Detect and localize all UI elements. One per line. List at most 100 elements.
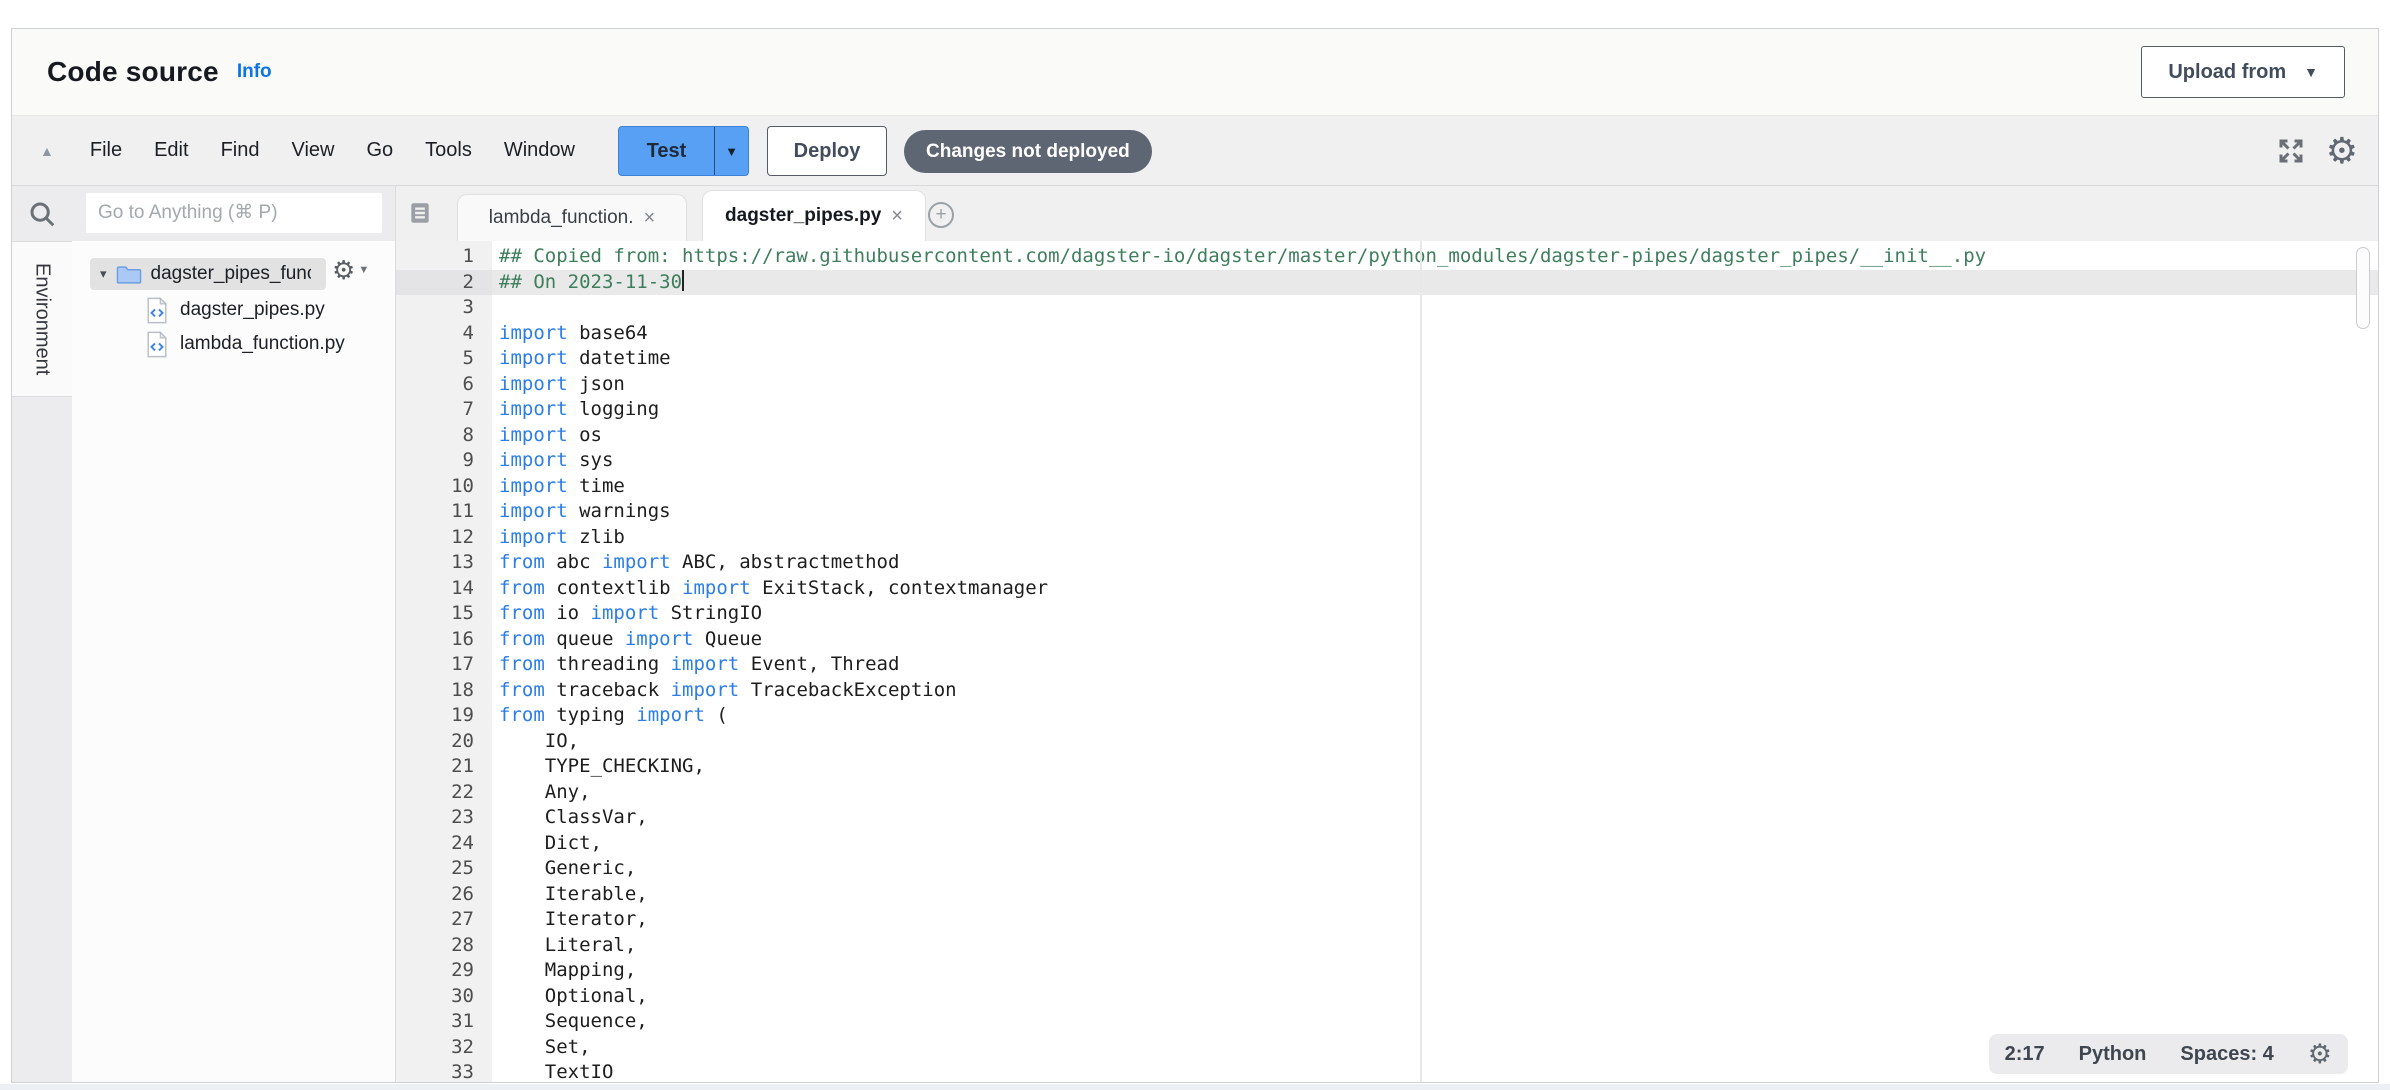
line-text: Any, [492,780,2378,806]
line-text: IO, [492,729,2378,755]
tree-file-row[interactable]: lambda_function.py [146,327,395,361]
line-text: import sys [492,448,2378,474]
code-line[interactable]: 18from traceback import TracebackExcepti… [396,678,2378,704]
code-file-icon [146,297,168,324]
code-line[interactable]: 11import warnings [396,499,2378,525]
line-number: 30 [396,984,492,1010]
tree-settings-gear[interactable]: ⚙ ▼ [332,257,369,283]
code-line[interactable]: 9import sys [396,448,2378,474]
code-line[interactable]: 22 Any, [396,780,2378,806]
code-line[interactable]: 8import os [396,423,2378,449]
line-number: 13 [396,550,492,576]
code-line[interactable]: 25 Generic, [396,856,2378,882]
close-icon[interactable]: × [891,205,903,228]
new-tab-icon[interactable]: + [928,202,954,228]
go-to-anything-input[interactable] [86,193,382,233]
code-line[interactable]: 13from abc import ABC, abstractmethod [396,550,2378,576]
environment-panel-tab[interactable]: Environment [12,241,72,397]
language-mode[interactable]: Python [2079,1043,2147,1066]
tree-folder-row[interactable]: ▾ dagster_pipes_funct [90,258,326,290]
card-header: Code source Info Upload from ▼ [12,29,2378,116]
code-line[interactable]: 19from typing import ( [396,703,2378,729]
editor-settings-gear-icon[interactable]: ⚙ [2326,133,2358,169]
line-text: ## Copied from: https://raw.githubuserco… [492,244,2378,270]
statusbar-gear-icon[interactable]: ⚙ [2308,1041,2332,1068]
line-text: import base64 [492,321,2378,347]
code-line[interactable]: 29 Mapping, [396,958,2378,984]
sidebar-rail: Environment [12,186,72,1082]
code-line[interactable]: 1## Copied from: https://raw.githubuserc… [396,244,2378,270]
menu-item-find[interactable]: Find [205,139,276,162]
editor-pane: lambda_function.× dagster_pipes.py× + 1##… [395,186,2378,1082]
menu-item-view[interactable]: View [275,139,350,162]
collapse-panel-icon[interactable]: ▲ [40,143,54,159]
page-bottom-strip [0,1084,2390,1090]
code-line[interactable]: 6import json [396,372,2378,398]
code-line[interactable]: 15from io import StringIO [396,601,2378,627]
code-line[interactable]: 14from contextlib import ExitStack, cont… [396,576,2378,602]
editor-tab-lambda_function[interactable]: lambda_function.× [457,194,687,241]
fullscreen-icon[interactable] [2276,136,2306,166]
info-link[interactable]: Info [237,61,272,83]
line-number: 31 [396,1009,492,1035]
menu-item-file[interactable]: File [74,139,138,162]
line-number: 15 [396,601,492,627]
test-button-label: Test [619,127,714,175]
code-line[interactable]: 20 IO, [396,729,2378,755]
code-line[interactable]: 3 [396,295,2378,321]
code-line[interactable]: 12import zlib [396,525,2378,551]
code-line[interactable]: 23 ClassVar, [396,805,2378,831]
line-number: 5 [396,346,492,372]
test-dropdown-caret-icon[interactable]: ▼ [714,127,748,175]
vertical-scrollbar[interactable] [2356,247,2370,329]
code-line[interactable]: 10import time [396,474,2378,500]
code-source-card: Code source Info Upload from ▼ ▲ FileEdi… [11,28,2379,1083]
line-number: 11 [396,499,492,525]
file-name: lambda_function.py [180,333,345,355]
test-split-button[interactable]: Test ▼ [618,126,749,176]
line-number: 27 [396,907,492,933]
folder-name: dagster_pipes_funct [151,263,311,285]
upload-from-button[interactable]: Upload from ▼ [2141,46,2345,98]
editor-status-bar: 2:17 Python Spaces: 4 ⚙ [1989,1034,2348,1074]
line-text: import zlib [492,525,2378,551]
code-line[interactable]: 17from threading import Event, Thread [396,652,2378,678]
line-number: 4 [396,321,492,347]
line-number: 14 [396,576,492,602]
tree-file-row[interactable]: dagster_pipes.py [146,293,395,327]
line-text: from traceback import TracebackException [492,678,2378,704]
tab-bar: lambda_function.× dagster_pipes.py× + [396,186,2378,241]
code-line[interactable]: 2## On 2023-11-30 [396,270,2378,296]
code-line[interactable]: 4import base64 [396,321,2378,347]
indent-setting[interactable]: Spaces: 4 [2180,1043,2273,1066]
code-line[interactable]: 5import datetime [396,346,2378,372]
tab-list-icon[interactable] [407,200,433,226]
disclosure-triangle-icon[interactable]: ▾ [100,266,107,282]
menu-item-window[interactable]: Window [488,139,591,162]
code-line[interactable]: 16from queue import Queue [396,627,2378,653]
deploy-button[interactable]: Deploy [767,126,887,176]
line-text: import time [492,474,2378,500]
environment-panel-label: Environment [31,263,54,375]
code-line[interactable]: 31 Sequence, [396,1009,2378,1035]
code-line[interactable]: 24 Dict, [396,831,2378,857]
code-line[interactable]: 27 Iterator, [396,907,2378,933]
line-text: from abc import ABC, abstractmethod [492,550,2378,576]
close-icon[interactable]: × [644,207,656,230]
menu-item-tools[interactable]: Tools [409,139,488,162]
code-area[interactable]: 1## Copied from: https://raw.githubuserc… [396,241,2378,1082]
editor-tab-dagster_pipes.py[interactable]: dagster_pipes.py× [702,190,926,241]
line-number: 2 [396,270,492,296]
menu-item-go[interactable]: Go [350,139,409,162]
menu-item-edit[interactable]: Edit [138,139,204,162]
search-icon[interactable] [27,199,57,229]
line-number: 22 [396,780,492,806]
cursor-position[interactable]: 2:17 [2005,1043,2045,1066]
line-text: Iterable, [492,882,2378,908]
code-line[interactable]: 28 Literal, [396,933,2378,959]
code-line[interactable]: 26 Iterable, [396,882,2378,908]
code-line[interactable]: 21 TYPE_CHECKING, [396,754,2378,780]
code-line[interactable]: 7import logging [396,397,2378,423]
code-line[interactable]: 30 Optional, [396,984,2378,1010]
line-text: from queue import Queue [492,627,2378,653]
